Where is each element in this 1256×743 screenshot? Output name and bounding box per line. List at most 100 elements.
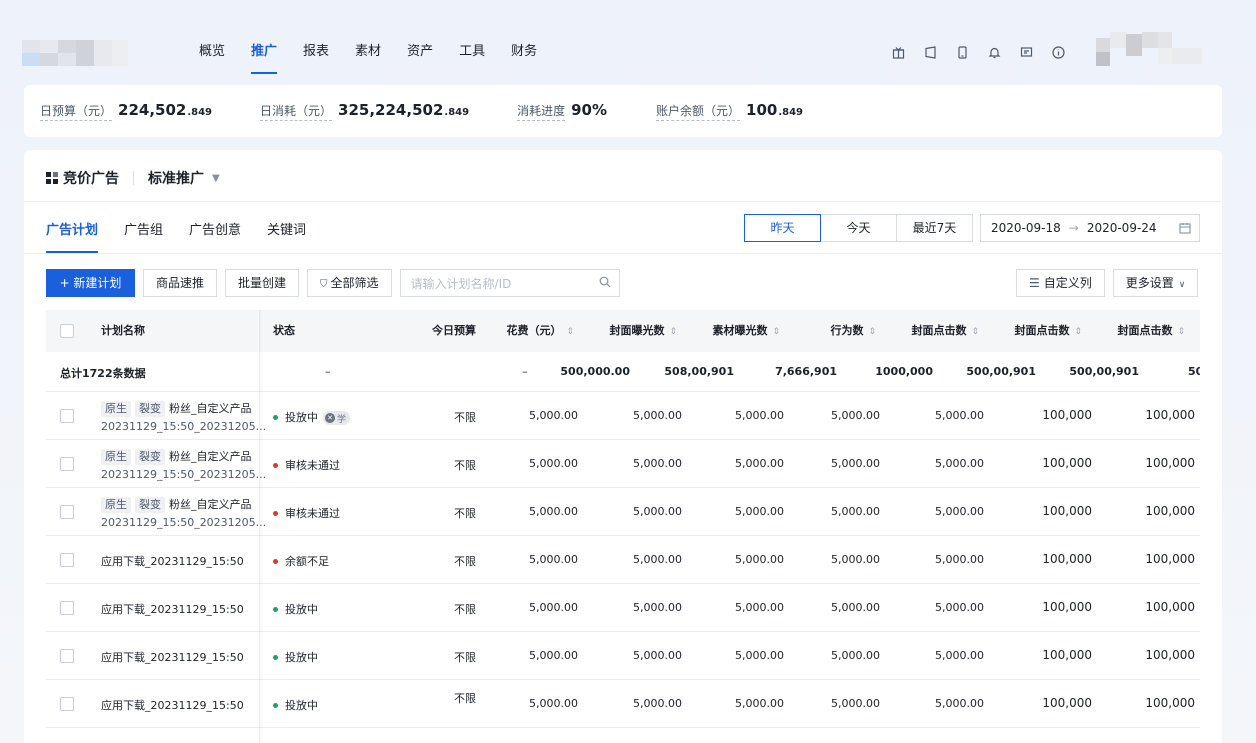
row-checkbox[interactable]: [60, 409, 74, 423]
search-icon[interactable]: [599, 276, 611, 291]
sort-icon[interactable]: ⇕: [566, 327, 574, 337]
plan-name[interactable]: 粉丝_自定义产品: [169, 498, 252, 511]
sort-icon[interactable]: ⇕: [1177, 327, 1185, 337]
mobile-icon[interactable]: [946, 36, 978, 68]
batch-create-button[interactable]: 批量创建: [225, 269, 300, 297]
grid-icon: [46, 172, 58, 184]
column-header[interactable]: 素材曝光数 ⇕: [712, 310, 780, 352]
row-checkbox[interactable]: [60, 649, 74, 663]
plan-name[interactable]: 应用下载_20231129_15:50: [101, 555, 244, 568]
tab-0[interactable]: 广告计划: [46, 212, 111, 253]
tab-3[interactable]: 关键词: [267, 212, 319, 252]
plan-name[interactable]: 应用下载_20231129_15:50: [101, 603, 244, 616]
status-cell: 审核未通过: [273, 457, 340, 473]
column-header-label: 今日预算: [432, 324, 476, 337]
plan-name[interactable]: 应用下载_20231129_15:50: [101, 651, 244, 664]
custom-columns-label: 自定义列: [1043, 276, 1092, 290]
metric-cell: 100,000: [1145, 600, 1195, 614]
date-option-2[interactable]: 最近7天: [896, 214, 973, 242]
column-header[interactable]: 花费（元） ⇕: [506, 310, 574, 352]
plan-name[interactable]: 粉丝_自定义产品: [169, 402, 252, 415]
column-header[interactable]: 封面点击数 ⇕: [1117, 310, 1185, 352]
summary-value: 500,00,901: [966, 365, 1036, 378]
product-quick-button[interactable]: 商品速推: [143, 269, 218, 297]
toolbar: + 新建计划 商品速推 批量创建 ⛉ 全部筛选 请输入计划名称/ID: [46, 269, 620, 297]
row-checkbox[interactable]: [60, 505, 74, 519]
row-checkbox[interactable]: [60, 553, 74, 567]
plan-name[interactable]: 应用下载_20231129_15:50: [101, 699, 244, 712]
gift-icon[interactable]: [882, 36, 914, 68]
nav-item-2[interactable]: 报表: [290, 22, 342, 82]
plan-name-sub: 20231129_15:50_20231205...: [101, 420, 267, 433]
plan-name-cell[interactable]: 原生 裂变 粉丝_自定义产品 20231129_15:50_20231205...: [101, 448, 266, 481]
filter-all-button[interactable]: ⛉ 全部筛选: [307, 269, 392, 297]
close-icon[interactable]: ✕: [325, 413, 335, 423]
plan-name-cell[interactable]: 原生 裂变 粉丝_自定义产品 20231129_15:50_20231205...: [101, 496, 266, 529]
plan-name-cell[interactable]: 应用下载_20231129_15:50: [101, 649, 244, 665]
date-option-1[interactable]: 今天: [820, 214, 897, 242]
status-dot: [273, 702, 278, 708]
status-dot: [273, 510, 278, 516]
new-plan-button[interactable]: + 新建计划: [46, 269, 135, 297]
sort-icon[interactable]: ⇕: [772, 327, 780, 337]
column-header[interactable]: 封面点击数 ⇕: [911, 310, 979, 352]
sort-icon[interactable]: ⇕: [669, 327, 677, 337]
select-all-checkbox[interactable]: [60, 324, 74, 338]
date-start[interactable]: 2020-09-18: [991, 221, 1061, 235]
avatar[interactable]: [1096, 32, 1206, 70]
row-checkbox[interactable]: [60, 601, 74, 615]
nav-item-6[interactable]: 财务: [498, 22, 550, 82]
message-icon[interactable]: [1010, 36, 1042, 68]
column-header-label: 素材曝光数: [712, 324, 768, 337]
metric-cell: 5,000.00: [529, 649, 578, 662]
tab-2[interactable]: 广告创意: [189, 212, 254, 252]
plan-name-line: 原生 裂变 粉丝_自定义产品: [101, 496, 266, 513]
promotion-type-select[interactable]: 标准推广: [148, 168, 204, 188]
search-input[interactable]: 请输入计划名称/ID: [399, 269, 620, 297]
logo[interactable]: [22, 40, 146, 66]
nav-item-4[interactable]: 资产: [394, 22, 446, 82]
date-range-picker[interactable]: 2020-09-18 → 2020-09-24: [980, 214, 1200, 242]
table-row: 应用下载_20231129_15:50 投放中 不限 5,000.00 5,000.00…: [46, 680, 1200, 728]
summary-status: –: [325, 365, 331, 378]
plan-name-cell[interactable]: 应用下载_20231129_15:50: [101, 601, 244, 617]
date-end[interactable]: 2020-09-24: [1087, 221, 1157, 235]
column-header: 状态: [273, 310, 295, 352]
summary-label: 总计1722条数据: [60, 367, 146, 380]
nav-item-3[interactable]: 素材: [342, 22, 394, 82]
custom-columns-button[interactable]: ☰ 自定义列: [1016, 269, 1105, 297]
caret-down-icon[interactable]: ▼: [212, 173, 220, 184]
bell-icon[interactable]: [978, 36, 1010, 68]
plan-name-cell[interactable]: 原生 裂变 粉丝_自定义产品 20231129_15:50_20231205...: [101, 400, 266, 433]
date-option-0[interactable]: 昨天: [744, 214, 821, 242]
main-card: 竞价广告 标准推广 ▼ 广告计划 广告组 广告创意 关键词 昨天 今天 最近7天 2020…: [24, 150, 1222, 743]
nav-item-0[interactable]: 概览: [186, 22, 238, 82]
plan-name-cell[interactable]: 应用下载_20231129_15:50: [101, 553, 244, 569]
sort-icon[interactable]: ⇕: [971, 327, 979, 337]
more-settings-button[interactable]: 更多设置 ∨: [1112, 269, 1199, 297]
nav-item-1[interactable]: 推广: [238, 22, 290, 82]
nav-item-5[interactable]: 工具: [446, 22, 498, 82]
metric-cell: 5,000.00: [831, 553, 880, 566]
column-header[interactable]: 封面点击数 ⇕: [1014, 310, 1082, 352]
metric-cell: 5,000.00: [633, 649, 682, 662]
summary-value: 7,666,901: [775, 365, 837, 378]
sort-icon[interactable]: ⇕: [1074, 327, 1082, 337]
budget-cell: 不限: [454, 603, 476, 616]
row-checkbox[interactable]: [60, 697, 74, 711]
row-checkbox[interactable]: [60, 457, 74, 471]
sort-icon[interactable]: ⇕: [868, 327, 876, 337]
tab-1[interactable]: 广告组: [124, 212, 176, 252]
plan-name[interactable]: 粉丝_自定义产品: [169, 450, 252, 463]
tablet-icon[interactable]: [914, 36, 946, 68]
metric-cell: 100,000: [1145, 648, 1195, 662]
metric-cell: 5,000.00: [735, 697, 784, 710]
column-header[interactable]: 封面曝光数 ⇕: [609, 310, 677, 352]
plan-tag: 原生: [101, 401, 131, 417]
divider: [133, 171, 134, 185]
metric-cell: 5,000.00: [831, 409, 880, 422]
column-header[interactable]: 行为数 ⇕: [830, 310, 876, 352]
plan-name-cell[interactable]: 应用下载_20231129_15:50: [101, 697, 244, 713]
help-icon[interactable]: [1042, 36, 1074, 68]
calendar-icon[interactable]: [1179, 222, 1191, 237]
